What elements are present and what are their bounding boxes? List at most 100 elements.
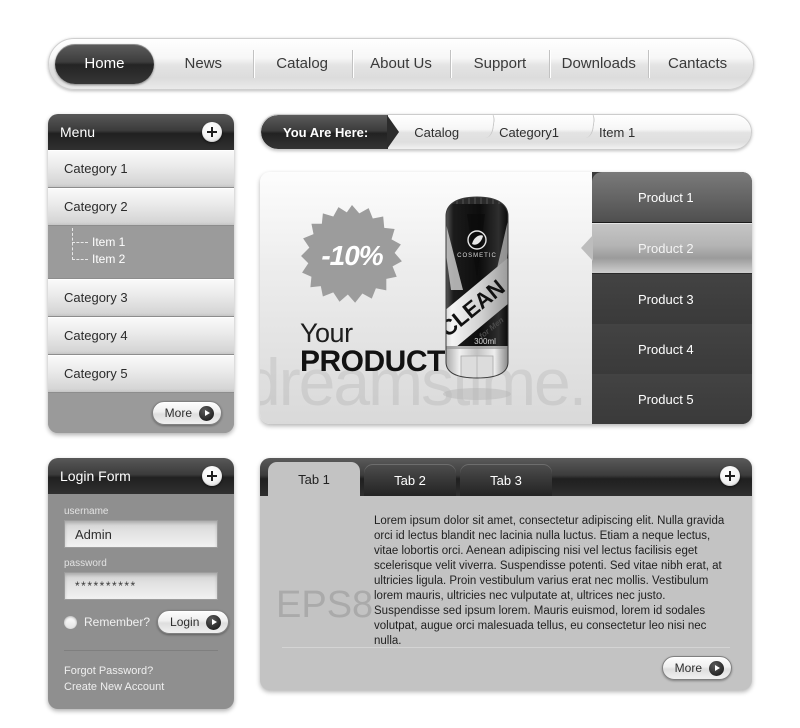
- tab-tab-1[interactable]: Tab 1: [268, 462, 360, 496]
- play-arrow-icon: [199, 405, 214, 421]
- product-slider: dreamstime. -10% Your PRODUCT COSMETIC C…: [260, 172, 752, 424]
- sidebar-subitem-item-2[interactable]: Item 2: [66, 251, 234, 268]
- product-tube-image: COSMETIC CLEAN for Men 300ml: [437, 194, 517, 402]
- eps8-watermark: EPS8: [276, 584, 374, 626]
- product-list-item-2[interactable]: Product 2: [592, 223, 752, 274]
- discount-badge: -10%: [300, 204, 404, 308]
- discount-badge-text: -10%: [321, 240, 383, 271]
- slider-headline: Your PRODUCT: [300, 320, 445, 377]
- category-label: Category 4: [64, 328, 128, 343]
- product-label: Product 1: [638, 189, 694, 205]
- sidebar-subitem-group: Item 1 Item 2: [48, 226, 234, 279]
- category-label: Category 3: [64, 290, 128, 305]
- subitem-label: Item 1: [92, 235, 126, 249]
- menu-body: Category 1 Category 2 Item 1 Item 2 Cate…: [48, 150, 234, 393]
- password-label: password: [64, 558, 107, 569]
- breadcrumb-item-category1[interactable]: Category1: [473, 125, 573, 140]
- sidebar-item-category-3[interactable]: Category 3: [48, 279, 234, 317]
- login-form-title: Login Form: [60, 468, 131, 484]
- nav-item-news[interactable]: News: [154, 44, 253, 84]
- nav-item-about-us[interactable]: About Us: [351, 44, 451, 84]
- nav-item-label: Downloads: [561, 55, 636, 72]
- product-list-item-4[interactable]: Product 4: [592, 324, 752, 374]
- category-label: Category 5: [64, 366, 128, 381]
- product-label: Product 4: [638, 341, 694, 357]
- login-button-label: Login: [170, 615, 200, 629]
- product-list-item-3[interactable]: Product 3: [592, 274, 752, 324]
- nav-item-label: Home: [84, 55, 125, 72]
- svg-text:300ml: 300ml: [474, 337, 496, 346]
- svg-text:COSMETIC: COSMETIC: [457, 253, 497, 259]
- tab-footer: More: [661, 656, 732, 680]
- headline-line-2: PRODUCT: [300, 345, 445, 378]
- login-form-body: username Admin password ********** Remem…: [48, 494, 234, 695]
- subitem-label: Item 2: [92, 252, 126, 266]
- login-form-header: Login Form: [48, 458, 234, 494]
- breadcrumb-item-catalog[interactable]: Catalog: [388, 125, 473, 140]
- breadcrumb-here-label: You Are Here:: [261, 115, 400, 149]
- plus-icon[interactable]: [202, 466, 222, 486]
- tab-body-text: Lorem ipsum dolor sit amet, consectetur …: [374, 515, 725, 647]
- nav-item-label: Support: [473, 55, 527, 72]
- tab-label: Tab 1: [298, 471, 330, 487]
- forgot-password-link[interactable]: Forgot Password?: [64, 663, 218, 679]
- username-label: username: [64, 506, 109, 517]
- more-button-label: More: [674, 661, 702, 675]
- tab-tab-3[interactable]: Tab 3: [460, 464, 552, 496]
- plus-icon[interactable]: [720, 466, 740, 486]
- play-arrow-icon: [709, 660, 724, 676]
- category-label: Category 1: [64, 161, 128, 176]
- tab-tab-2[interactable]: Tab 2: [364, 464, 456, 496]
- divider: [64, 650, 218, 651]
- menu-header: Menu: [48, 114, 234, 150]
- product-list-item-1[interactable]: Product 1: [592, 172, 752, 223]
- login-form-panel: Login Form username Admin password *****…: [48, 458, 234, 709]
- sidebar-item-category-2[interactable]: Category 2: [48, 188, 234, 226]
- slider-stage: dreamstime. -10% Your PRODUCT COSMETIC C…: [260, 172, 592, 424]
- nav-item-label: About Us: [370, 55, 432, 72]
- sidebar-subitem-item-1[interactable]: Item 1: [66, 234, 234, 251]
- nav-item-label: News: [184, 55, 223, 72]
- login-action-row: Remember? Login: [64, 610, 230, 634]
- product-list: Product 1 Product 2 Product 3 Product 4 …: [592, 172, 752, 424]
- tab-label: Tab 3: [490, 472, 522, 488]
- breadcrumb-item-item1[interactable]: Item 1: [573, 125, 649, 140]
- play-arrow-icon: [206, 614, 222, 630]
- more-button-label: More: [164, 406, 192, 420]
- username-input[interactable]: Admin: [64, 520, 218, 548]
- create-account-link[interactable]: Create New Account: [64, 679, 218, 695]
- tab-bar: Tab 1 Tab 2 Tab 3: [260, 458, 752, 496]
- tab-more-button[interactable]: More: [661, 656, 732, 680]
- tabs-panel: Tab 1 Tab 2 Tab 3 EPS8 Lorem ipsum dolor…: [260, 458, 752, 690]
- nav-item-support[interactable]: Support: [450, 44, 549, 84]
- tab-content-panel: EPS8 Lorem ipsum dolor sit amet, consect…: [260, 496, 752, 690]
- category-label: Category 2: [64, 199, 128, 214]
- headline-line-1: Your: [300, 318, 353, 348]
- product-label: Product 3: [638, 291, 694, 307]
- remember-checkbox[interactable]: [64, 615, 77, 629]
- divider: [282, 647, 730, 648]
- nav-item-home[interactable]: Home: [55, 44, 154, 84]
- nav-item-cantacts[interactable]: Cantacts: [648, 44, 747, 84]
- sidebar-item-category-1[interactable]: Category 1: [48, 150, 234, 188]
- menu-footer: More: [48, 393, 234, 433]
- remember-label: Remember?: [84, 615, 151, 629]
- breadcrumb: You Are Here: Catalog Category1 Item 1: [260, 114, 752, 150]
- main-navigation-bar: Home News Catalog About Us Support Downl…: [48, 38, 754, 90]
- sidebar-item-category-4[interactable]: Category 4: [48, 317, 234, 355]
- product-list-item-5[interactable]: Product 5: [592, 374, 752, 424]
- sidebar-item-category-5[interactable]: Category 5: [48, 355, 234, 393]
- login-button[interactable]: Login: [157, 610, 230, 634]
- tab-label: Tab 2: [394, 472, 426, 488]
- menu-more-button[interactable]: More: [151, 401, 222, 425]
- nav-item-downloads[interactable]: Downloads: [549, 44, 648, 84]
- nav-item-label: Cantacts: [667, 55, 728, 72]
- product-label: Product 5: [638, 391, 694, 407]
- nav-item-label: Catalog: [276, 55, 328, 72]
- password-input[interactable]: **********: [64, 572, 218, 600]
- plus-icon[interactable]: [202, 122, 222, 142]
- product-label: Product 2: [638, 240, 694, 256]
- sidebar-menu-panel: Menu Category 1 Category 2 Item 1 Item 2…: [48, 114, 234, 433]
- nav-item-catalog[interactable]: Catalog: [252, 44, 352, 84]
- menu-title: Menu: [60, 124, 96, 140]
